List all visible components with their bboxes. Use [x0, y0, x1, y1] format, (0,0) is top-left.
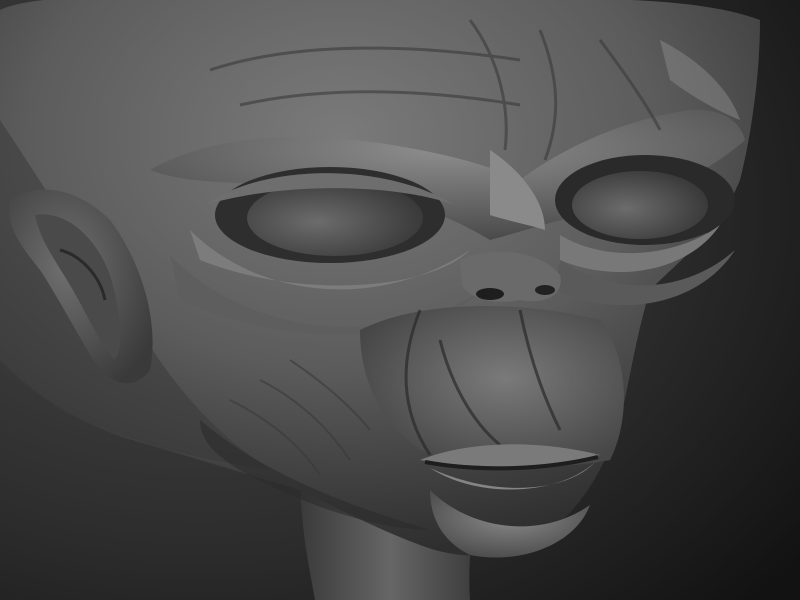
sculpt-render: [0, 0, 800, 600]
right-nostril: [535, 285, 555, 295]
left-nostril: [476, 288, 504, 300]
sculpt-viewport[interactable]: [0, 0, 800, 600]
right-eyeball: [572, 171, 708, 239]
